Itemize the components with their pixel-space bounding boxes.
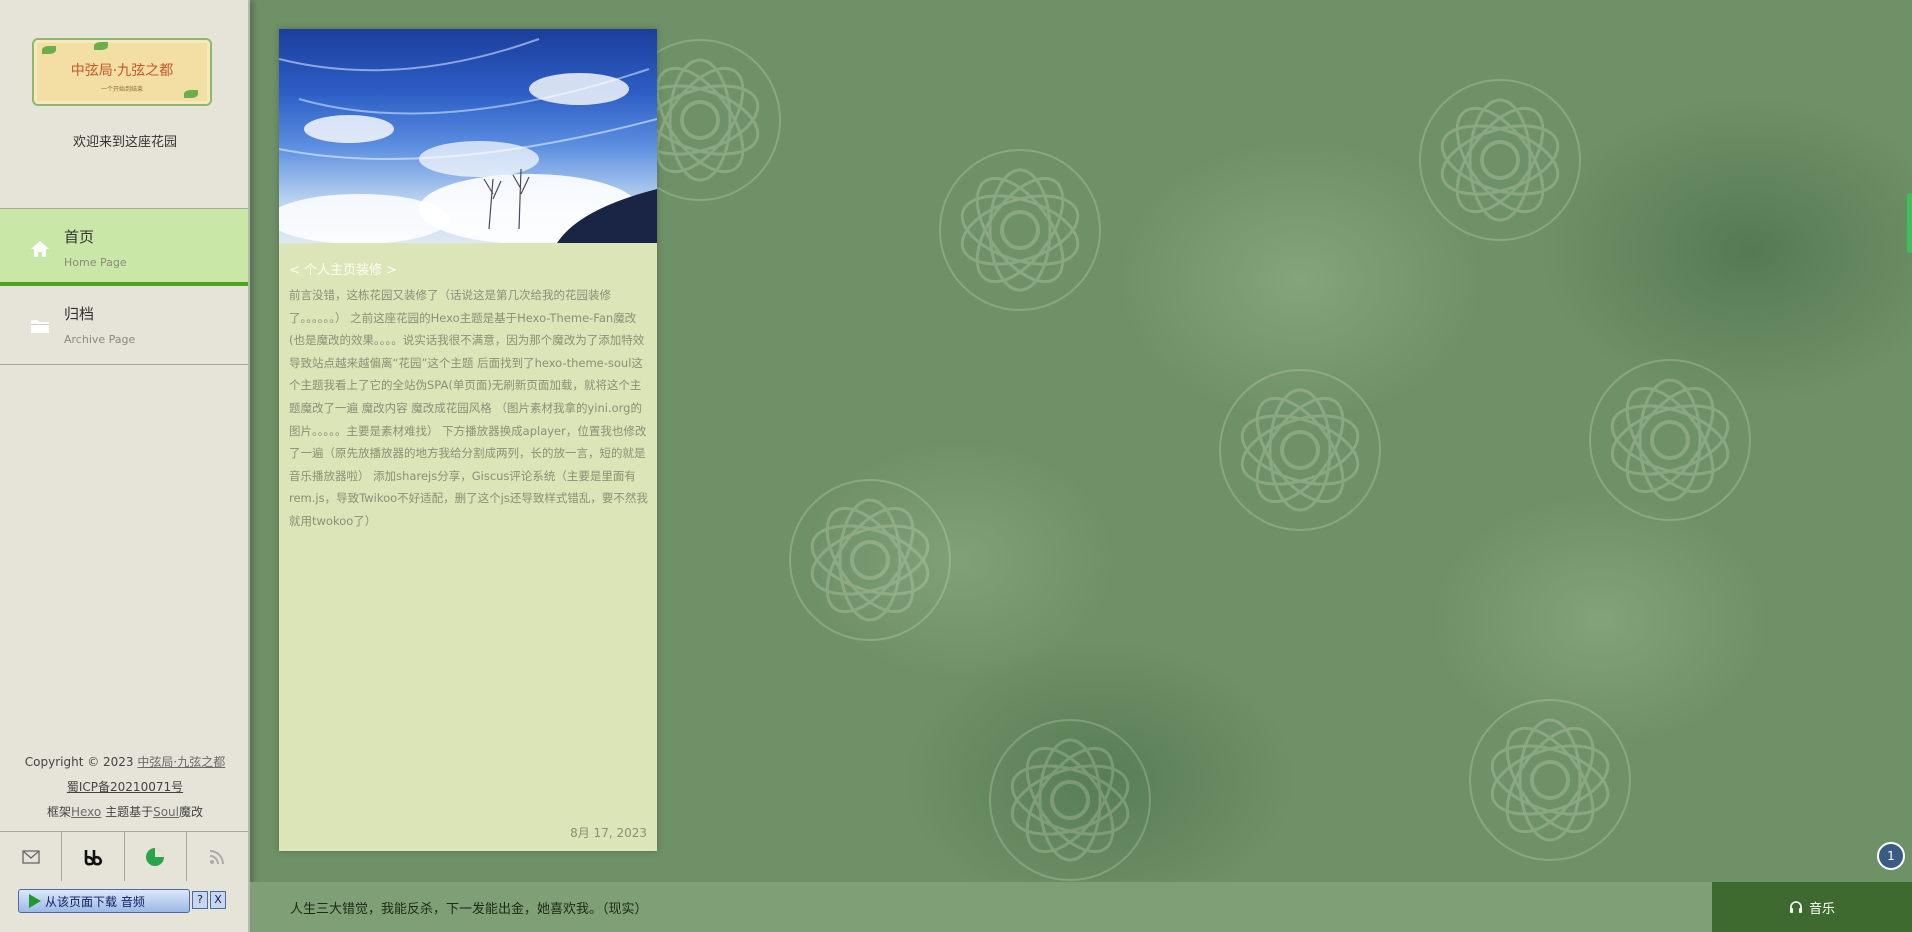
sidebar-item-label: 归档 <box>64 305 95 323</box>
sidebar-item-sublabel: Archive Page <box>64 333 136 346</box>
sidebar-item-archive[interactable]: 归档 Archive Page <box>0 286 248 365</box>
stats-icon <box>146 847 165 866</box>
site-link[interactable]: 中弦局·九弦之都 <box>137 755 225 769</box>
theme-prefix: 主题基于 <box>101 805 154 819</box>
post-title[interactable]: < 个人主页装修 > <box>289 259 397 278</box>
post-excerpt: 前言没错，这栋花园又装修了（话说这是第几次给我的花园装修了。。。。。。） 之前这… <box>289 288 648 528</box>
copyright-line: Copyright © 2023 中弦局·九弦之都 <box>0 750 250 775</box>
leaf-icon <box>94 42 108 50</box>
bilibili-icon <box>84 849 102 865</box>
hexo-link[interactable]: Hexo <box>71 805 101 819</box>
mail-icon <box>21 849 40 864</box>
framework-line: 框架Hexo 主题基于Soul魔改 <box>0 800 250 825</box>
sidebar-item-home[interactable]: 首页 Home Page <box>0 208 248 286</box>
hitokoto-quote[interactable]: 人生三大错觉，我能反杀，下一发能出金，她喜欢我。（现实） <box>290 898 648 917</box>
post-card[interactable]: < 个人主页装修 > 前言没错，这栋花园又装修了（话说这是第几次给我的花园装修了… <box>279 29 657 851</box>
sidebar-item-sublabel: Home Page <box>64 256 127 269</box>
post-date: 8月 17, 2023 <box>570 826 647 840</box>
copyright: Copyright © 2023 中弦局·九弦之都 蜀ICP备20210071号… <box>0 750 250 825</box>
welcome-text: 欢迎来到这座花园 <box>72 135 177 150</box>
social-mail[interactable] <box>0 832 63 881</box>
music-button[interactable]: 音乐 <box>1712 882 1912 932</box>
sidebar-nav: 首页 Home Page 归档 Archive Page <box>0 208 248 365</box>
bottom-bar: 人生三大错觉，我能反杀，下一发能出金，她喜欢我。（现实） 音乐 <box>250 882 1912 932</box>
theme-suffix: 魔改 <box>179 805 204 819</box>
site-logo[interactable]: 中弦局·九弦之都 一个开始到结束 <box>32 38 212 106</box>
social-links <box>0 831 248 881</box>
download-label: 从该页面下载 音频 <box>45 894 145 909</box>
post-cover-image[interactable] <box>279 29 657 243</box>
side-edge-tab[interactable] <box>1907 193 1912 253</box>
folder-icon <box>31 320 49 333</box>
sky-illustration <box>279 38 657 243</box>
social-stats[interactable] <box>125 832 187 881</box>
music-label: 音乐 <box>1808 901 1835 917</box>
social-bilibili[interactable] <box>62 832 125 881</box>
download-help-button[interactable]: ? <box>192 891 208 909</box>
play-icon <box>29 894 41 908</box>
logo-subtitle: 一个开始到结束 <box>100 86 143 93</box>
sidebar-item-label: 首页 <box>64 228 95 246</box>
leaf-icon <box>42 46 56 54</box>
home-icon <box>31 241 49 257</box>
icp-link[interactable]: 蜀ICP备20210071号 <box>67 780 183 794</box>
download-audio-button[interactable]: 从该页面下载 音频 <box>18 889 190 913</box>
headphones-icon <box>1789 901 1802 913</box>
copyright-prefix: Copyright © 2023 <box>24 755 138 769</box>
icp-line: 蜀ICP备20210071号 <box>0 775 250 800</box>
soul-link[interactable]: Soul <box>153 805 179 819</box>
rss-icon <box>210 849 225 864</box>
download-close-button[interactable]: X <box>210 891 226 909</box>
download-bar: 从该页面下载 音频 ? X <box>18 889 226 913</box>
logo-title: 中弦局·九弦之都 <box>70 63 174 79</box>
framework-prefix: 框架 <box>46 805 71 819</box>
notification-badge[interactable]: 1 <box>1877 842 1905 870</box>
social-rss[interactable] <box>187 832 248 881</box>
sidebar: 中弦局·九弦之都 一个开始到结束 欢迎来到这座花园 首页 Home Page 归… <box>0 0 250 932</box>
